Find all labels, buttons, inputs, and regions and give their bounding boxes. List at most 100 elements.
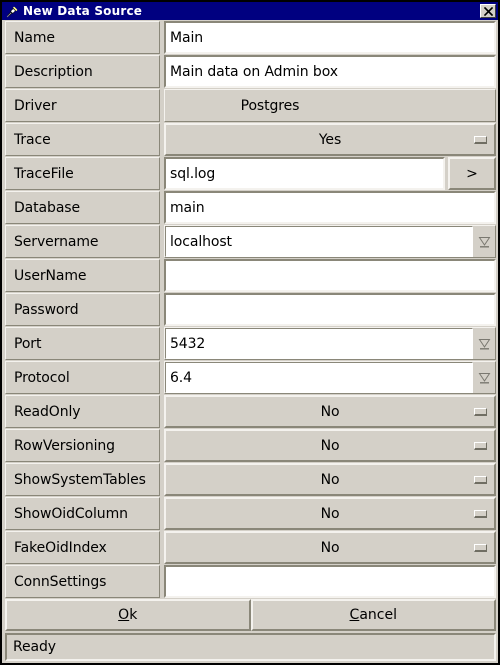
label-fakeoidindex-text: FakeOidIndex (14, 539, 107, 556)
form-row-connsettings: ConnSettings (5, 565, 496, 598)
optionmenu-indicator-icon (474, 543, 487, 552)
optionmenu-showsystemtables[interactable]: No (164, 463, 496, 496)
label-database-text: Database (14, 199, 81, 216)
form-row-showoidcolumn: ShowOidColumn No (5, 497, 496, 530)
label-username: UserName (5, 259, 160, 292)
field-database: main (164, 191, 496, 224)
field-connsettings (164, 565, 496, 598)
optionmenu-fakeoidindex[interactable]: No (164, 531, 496, 564)
form-row-readonly: ReadOnly No (5, 395, 496, 428)
combobox-port[interactable]: 5432 (164, 327, 496, 360)
optionmenu-readonly[interactable]: No (164, 395, 496, 428)
readonly-driver: Postgres (164, 89, 496, 122)
form-row-username: UserName (5, 259, 496, 292)
action-button-row: Ok Cancel (5, 599, 496, 631)
optionmenu-trace[interactable]: Yes (164, 123, 496, 156)
optionmenu-indicator-icon (474, 441, 487, 450)
field-port: 5432 (164, 327, 496, 360)
form-row-fakeoidindex: FakeOidIndex No (5, 531, 496, 564)
optionmenu-rowversioning[interactable]: No (164, 429, 496, 462)
field-trace: Yes (164, 123, 496, 156)
label-tracefile-text: TraceFile (14, 165, 74, 182)
status-text: Ready (13, 639, 56, 655)
input-name-value: Main (170, 29, 204, 46)
label-database: Database (5, 191, 160, 224)
browse-button-tracefile[interactable]: > (448, 157, 496, 190)
ok-button[interactable]: Ok (5, 599, 251, 631)
optionmenu-indicator-icon (474, 475, 487, 484)
field-username (164, 259, 496, 292)
label-password-text: Password (14, 301, 79, 318)
pushpin-icon (5, 4, 19, 19)
input-description[interactable]: Main data on Admin box (164, 55, 496, 88)
window-title: New Data Source (23, 4, 143, 18)
label-trace-text: Trace (14, 131, 51, 148)
status-bar: Ready (5, 633, 496, 661)
label-readonly-text: ReadOnly (14, 403, 81, 420)
optionmenu-rowversioning-value: No (320, 437, 340, 454)
optionmenu-indicator-icon (474, 135, 487, 144)
field-protocol: 6.4 (164, 361, 496, 394)
optionmenu-showoidcolumn-value: No (320, 505, 340, 522)
form-row-description: Description Main data on Admin box (5, 55, 496, 88)
form-row-showsystemtables: ShowSystemTables No (5, 463, 496, 496)
field-description: Main data on Admin box (164, 55, 496, 88)
combobox-protocol-value[interactable]: 6.4 (165, 362, 473, 393)
optionmenu-showoidcolumn[interactable]: No (164, 497, 496, 530)
field-tracefile: sql.log > (164, 157, 496, 190)
label-showoidcolumn-text: ShowOidColumn (14, 505, 128, 522)
optionmenu-indicator-icon (474, 509, 487, 518)
form-row-trace: Trace Yes (5, 123, 496, 156)
cancel-button-label-rest: ancel (359, 607, 397, 623)
field-fakeoidindex: No (164, 531, 496, 564)
field-readonly: No (164, 395, 496, 428)
combobox-servername-value[interactable]: localhost (165, 226, 473, 257)
input-name[interactable]: Main (164, 21, 496, 54)
field-password (164, 293, 496, 326)
label-description: Description (5, 55, 160, 88)
field-servername: localhost (164, 225, 496, 258)
input-connsettings[interactable] (164, 565, 496, 598)
input-tracefile[interactable]: sql.log (164, 157, 445, 190)
ok-button-mnemonic: O (118, 607, 130, 623)
label-rowversioning: RowVersioning (5, 429, 160, 462)
combobox-protocol[interactable]: 6.4 (164, 361, 496, 394)
combobox-servername[interactable]: localhost (164, 225, 496, 258)
label-driver-text: Driver (14, 97, 57, 114)
label-trace: Trace (5, 123, 160, 156)
form-row-tracefile: TraceFile sql.log > (5, 157, 496, 190)
label-description-text: Description (14, 63, 93, 80)
label-protocol: Protocol (5, 361, 160, 394)
optionmenu-fakeoidindex-value: No (320, 539, 340, 556)
label-rowversioning-text: RowVersioning (14, 437, 115, 454)
optionmenu-readonly-value: No (320, 403, 340, 420)
label-readonly: ReadOnly (5, 395, 160, 428)
label-showsystemtables: ShowSystemTables (5, 463, 160, 496)
label-password: Password (5, 293, 160, 326)
new-data-source-dialog: New Data Source Name Main Description Main … (0, 0, 500, 665)
field-showsystemtables: No (164, 463, 496, 496)
label-name: Name (5, 21, 160, 54)
close-icon[interactable] (480, 4, 496, 18)
combobox-arrow-icon[interactable] (473, 328, 495, 359)
combobox-port-value[interactable]: 5432 (165, 328, 473, 359)
label-connsettings: ConnSettings (5, 565, 160, 598)
form-row-database: Database main (5, 191, 496, 224)
form-row-port: Port 5432 (5, 327, 496, 360)
input-username[interactable] (164, 259, 496, 292)
cancel-button[interactable]: Cancel (250, 599, 496, 631)
label-port: Port (5, 327, 160, 360)
field-showoidcolumn: No (164, 497, 496, 530)
ok-button-label-rest: k (129, 607, 138, 623)
label-servername: Servername (5, 225, 160, 258)
titlebar: New Data Source (2, 2, 498, 20)
combobox-arrow-icon[interactable] (473, 226, 495, 257)
input-password[interactable] (164, 293, 496, 326)
label-showsystemtables-text: ShowSystemTables (14, 471, 146, 488)
readonly-driver-value: Postgres (240, 97, 300, 114)
field-name: Main (164, 21, 496, 54)
input-database[interactable]: main (164, 191, 496, 224)
label-tracefile: TraceFile (5, 157, 160, 190)
combobox-arrow-icon[interactable] (473, 362, 495, 393)
label-driver: Driver (5, 89, 160, 122)
